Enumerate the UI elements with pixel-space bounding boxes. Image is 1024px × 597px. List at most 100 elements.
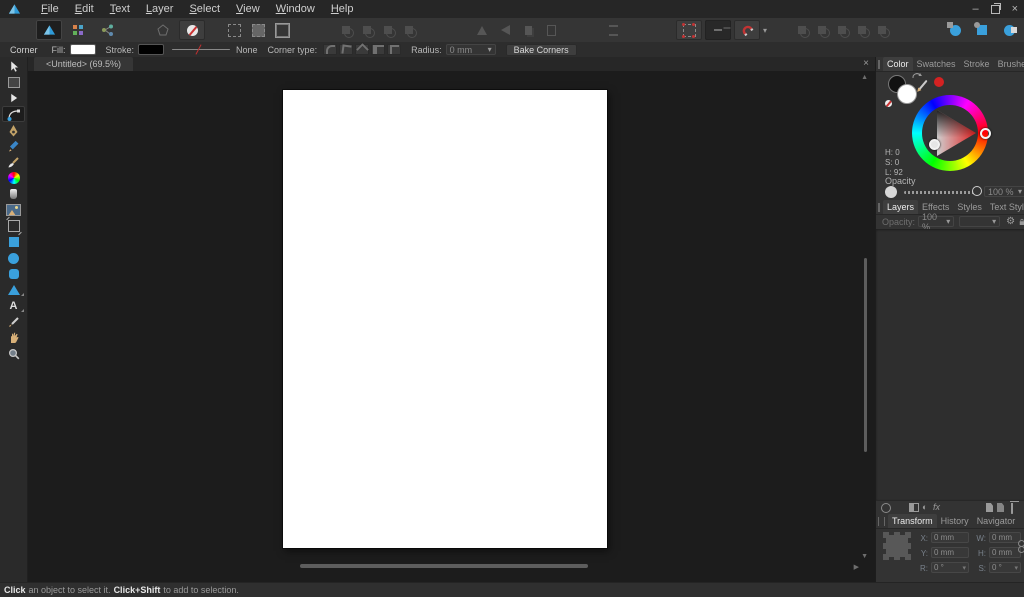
insert-behind-button[interactable] [944,20,966,40]
snap-grid-button[interactable] [676,20,702,40]
snapping-button[interactable] [734,20,760,40]
tab-brushes[interactable]: Brushes [994,57,1024,71]
tool-ellipse[interactable] [0,250,27,266]
y-input[interactable]: 0 mm [931,547,969,558]
tool-zoom[interactable] [0,346,27,362]
no-color-icon[interactable] [885,100,892,107]
edit-all-layers-icon[interactable] [881,503,891,513]
menu-file[interactable]: File [33,3,67,15]
panel-grip[interactable] [878,59,880,69]
scroll-down-icon[interactable]: ▼ [861,553,868,560]
menu-layer[interactable]: Layer [138,3,182,15]
tab-close-icon[interactable]: × [863,58,869,69]
designer-persona-button[interactable] [36,20,62,40]
tool-artboard[interactable] [0,74,27,90]
tool-rounded-rectangle[interactable] [0,266,27,282]
transform-cage-button[interactable] [273,20,291,40]
restore-button[interactable] [990,2,1001,14]
fill-color-well[interactable] [897,84,917,104]
minimize-button[interactable]: – [972,3,978,15]
hue-selector[interactable] [980,128,991,139]
tab-transform[interactable]: Transform [888,514,937,528]
insert-on-top-button[interactable] [971,20,993,40]
vertical-scrollbar[interactable] [864,258,867,452]
menu-window[interactable]: Window [268,3,323,15]
tool-node[interactable] [0,90,27,106]
delete-layer-icon[interactable] [1011,503,1013,514]
h-input[interactable]: 0 mm [989,547,1021,558]
picked-color-swatch[interactable] [934,77,944,87]
pixel-persona-button[interactable] [65,20,91,40]
transform-anchor-selector[interactable] [883,532,908,557]
tool-fill[interactable] [0,170,27,186]
new-layer-icon[interactable] [986,503,993,512]
tab-history[interactable]: History [937,514,973,528]
new-group-icon[interactable] [997,503,1004,512]
lock-icon[interactable] [1019,217,1024,227]
swap-colors-icon[interactable] [912,72,922,82]
menu-help[interactable]: Help [323,3,362,15]
marquee-solid-button[interactable] [249,20,267,40]
layers-list[interactable] [876,229,1024,500]
tool-color-picker[interactable] [0,314,27,330]
x-input[interactable]: 0 mm [931,532,969,543]
menu-view[interactable]: View [228,3,268,15]
insert-inside-button[interactable] [998,20,1020,40]
no-style-button[interactable] [179,20,205,40]
tab-swatches[interactable]: Swatches [913,57,960,71]
tool-rectangle[interactable] [0,234,27,250]
snapping-dropdown-caret[interactable]: ▾ [763,26,767,35]
tab-text-styles[interactable]: Text Styles [986,200,1024,214]
canvas-area[interactable]: ▲ ▼ ▶ [28,71,875,582]
tool-transparency[interactable] [0,186,27,202]
radius-input[interactable]: 0 mm ▾ [445,44,496,55]
stroke-width-slider[interactable] [172,49,231,50]
shear-input[interactable]: 0 ° ▾ [989,562,1021,573]
tool-place-image[interactable] [0,202,27,218]
opacity-color-swatch[interactable] [885,186,897,198]
tab-layers[interactable]: Layers [883,200,919,214]
close-button[interactable]: × [1012,3,1018,15]
opacity-slider-knob[interactable] [972,186,982,196]
tool-corner[interactable] [2,106,25,122]
mask-layer-icon[interactable] [909,503,919,512]
tab-stroke[interactable]: Stroke [960,57,994,71]
marquee-grid-button[interactable] [225,20,243,40]
rotation-input[interactable]: 0 ° ▾ [931,562,969,573]
stroke-swatch[interactable] [138,44,165,55]
link-dimensions-icon[interactable] [1018,540,1024,553]
tab-styles[interactable]: Styles [953,200,986,214]
panel-grip[interactable] [878,516,885,526]
adjustment-icon[interactable]: ◐ [922,503,927,512]
scroll-up-icon[interactable]: ▲ [861,74,868,81]
fx-icon[interactable]: fx [933,503,940,512]
document-page[interactable] [283,90,607,548]
blend-mode-input[interactable]: ▾ [959,216,1001,227]
tool-view-hand[interactable] [0,330,27,346]
color-triangle[interactable] [922,105,978,161]
horizontal-scrollbar[interactable] [300,564,588,568]
tool-pencil[interactable] [0,138,27,154]
tool-move[interactable] [0,58,27,74]
move-whole-pixels-button[interactable] [705,20,731,40]
tab-navigator[interactable]: Navigator [973,514,1020,528]
menu-select[interactable]: Select [181,3,228,15]
tool-triangle[interactable] [0,282,27,298]
tool-vector-brush[interactable] [0,154,27,170]
panel-grip[interactable] [878,202,880,212]
layer-settings-gear-icon[interactable]: ⚙ [1006,216,1015,227]
document-tab[interactable]: <Untitled> (69.5%) [34,57,134,71]
bake-corners-button[interactable]: Bake Corners [505,43,577,56]
layers-opacity-input[interactable]: 100 % ▾ [918,212,955,232]
color-wheel[interactable] [912,95,991,171]
menu-text[interactable]: Text [102,3,138,15]
menu-edit[interactable]: Edit [67,3,102,15]
opacity-slider[interactable] [904,191,976,194]
tool-artistic-text[interactable]: A [0,298,27,314]
tab-color[interactable]: Color [883,57,913,71]
export-persona-button[interactable] [94,20,120,40]
pentagon-style-button[interactable] [150,20,176,40]
tool-vector-crop[interactable] [0,218,27,234]
w-input[interactable]: 0 mm [989,532,1021,543]
tool-pen[interactable] [0,122,27,138]
